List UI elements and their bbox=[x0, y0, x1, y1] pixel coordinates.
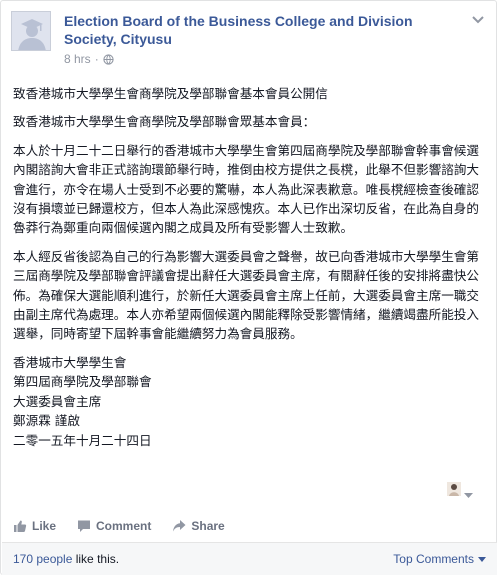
chevron-down-icon bbox=[478, 556, 486, 562]
speech-bubble-icon bbox=[78, 520, 91, 532]
profile-thumbnail-icon bbox=[447, 482, 461, 496]
facebook-post-card: Election Board of the Business College a… bbox=[0, 0, 497, 575]
chevron-down-icon bbox=[472, 16, 484, 24]
poster-profile-thumbnail[interactable] bbox=[447, 481, 461, 496]
post-signature: 香港城市大學學生會 第四屆商學院及學部聯會 大選委員會主席 鄭源霖 謹啟 二零一… bbox=[13, 353, 486, 450]
post-as-selector-button[interactable] bbox=[464, 484, 473, 503]
post-heading: 致香港城市大學學生會商學院及學部聯會基本會員公開信 bbox=[13, 86, 328, 101]
signature-line: 香港城市大學學生會 bbox=[13, 354, 127, 370]
likes-suffix: like this. bbox=[72, 552, 120, 566]
post-paragraph-resignation: 本人經反省後認為自己的行為影響大選委員會之聲譽，故已向香港城市大學學生會第三屆商… bbox=[13, 248, 479, 342]
signature-line: 二零一五年十月二十四日 bbox=[13, 432, 152, 448]
like-label: Like bbox=[32, 519, 57, 533]
comment-label: Comment bbox=[96, 519, 152, 533]
chevron-down-icon bbox=[464, 493, 473, 498]
page-name-link[interactable]: Election Board of the Business College a… bbox=[64, 12, 444, 48]
graduate-silhouette-icon bbox=[12, 12, 50, 50]
top-comments-dropdown[interactable]: Top Comments bbox=[393, 552, 486, 566]
share-button[interactable]: Share bbox=[172, 519, 225, 533]
post-footer: 170 people like this. Top Comments bbox=[2, 542, 497, 575]
post-body: 致香港城市大學學生會商學院及學部聯會基本會員公開信 致香港城市大學學生會商學院及… bbox=[13, 84, 486, 459]
page-avatar[interactable] bbox=[11, 11, 51, 51]
like-count-text: 170 people like this. bbox=[13, 552, 119, 566]
signature-line: 第四屆商學院及學部聯會 bbox=[13, 374, 152, 390]
post-paragraph-apology: 本人於十月二十二日舉行的香港城市大學學生會第四屆商學院及學部聯會幹事會候選內閣諮… bbox=[13, 142, 479, 236]
post-header: Election Board of the Business College a… bbox=[11, 11, 488, 67]
top-comments-label: Top Comments bbox=[393, 552, 474, 566]
signature-line: 鄭源霖 謹啟 bbox=[13, 413, 80, 429]
post-timestamp[interactable]: 8 hrs · bbox=[64, 52, 114, 66]
post-salutation: 致香港城市大學學生會商學院及學部聯會眾基本會員： bbox=[13, 114, 316, 130]
thumbs-up-icon bbox=[14, 520, 27, 532]
post-action-bar: Like Comment Share bbox=[13, 517, 246, 535]
post-menu-button[interactable] bbox=[470, 13, 486, 27]
share-arrow-icon bbox=[173, 520, 186, 532]
separator-dot: · bbox=[94, 52, 99, 66]
globe-icon bbox=[103, 53, 114, 65]
signature-line: 大選委員會主席 bbox=[13, 393, 102, 409]
likers-link[interactable]: 170 people bbox=[13, 552, 72, 566]
like-button[interactable]: Like bbox=[13, 519, 56, 533]
share-label: Share bbox=[191, 519, 225, 533]
comment-button[interactable]: Comment bbox=[77, 519, 151, 533]
timestamp-text: 8 hrs bbox=[64, 52, 91, 66]
